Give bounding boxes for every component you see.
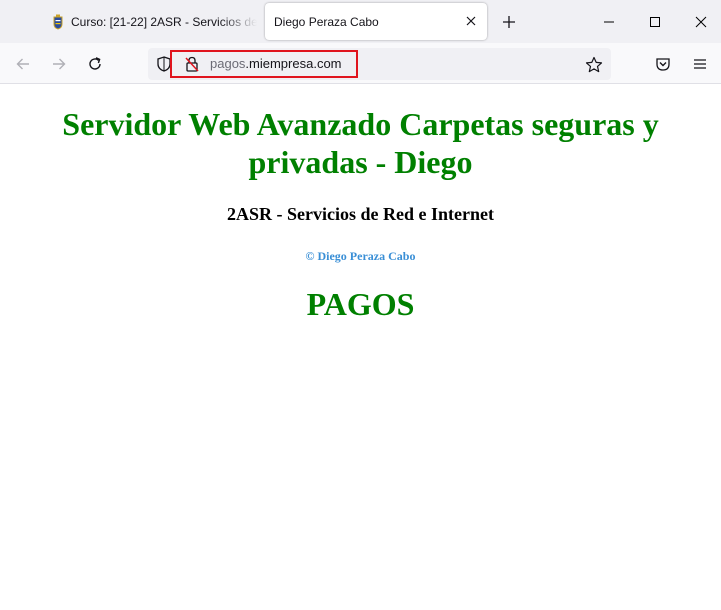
maximize-button[interactable] [632,0,678,43]
tab-strip: Curso: [21-22] 2ASR - Servicios de Red e… [0,0,721,43]
bookmark-star-icon[interactable] [585,56,603,74]
copyright-text: © Diego Peraza Cabo [305,249,416,263]
reload-button[interactable] [82,51,108,77]
page-heading: Servidor Web Avanzado Carpetas seguras y… [62,106,659,180]
close-window-button[interactable] [678,0,721,43]
tab-title: Curso: [21-22] 2ASR - Servicios de Red e… [71,15,257,29]
maximize-icon [650,16,660,27]
gobierno-canarias-crest-icon [53,14,63,30]
back-arrow-icon [16,58,29,70]
insecure-lock-icon[interactable] [184,56,200,72]
section-title: PAGOS [306,286,415,322]
close-window-icon [695,16,707,27]
url-subdomain: pagos [210,56,246,71]
minimize-button[interactable] [586,0,632,43]
pocket-button[interactable] [650,51,676,77]
forward-arrow-icon [53,58,66,70]
tab-diego-peraza-cabo[interactable]: Diego Peraza Cabo [265,3,487,40]
new-tab-icon[interactable] [498,11,520,33]
url-domain: .miempresa.com [245,56,342,71]
navigation-toolbar: pagos.miempresa.com [0,43,721,84]
menu-button[interactable] [687,51,713,77]
back-button[interactable] [10,51,36,77]
url-text[interactable]: pagos.miempresa.com [210,56,342,71]
tab-curso[interactable]: Curso: [21-22] 2ASR - Servicios de Red e… [40,3,262,40]
close-tab-icon[interactable] [465,15,477,27]
page-content: Servidor Web Avanzado Carpetas seguras y… [0,85,721,610]
address-bar[interactable]: pagos.miempresa.com [148,48,611,80]
reload-icon [89,57,101,70]
hamburger-menu-icon [694,59,706,69]
minimize-icon [604,21,614,22]
page-subheading: 2ASR - Servicios de Red e Internet [227,204,494,224]
forward-button[interactable] [46,51,72,77]
pocket-icon [656,58,670,71]
tab-title: Diego Peraza Cabo [274,15,379,29]
